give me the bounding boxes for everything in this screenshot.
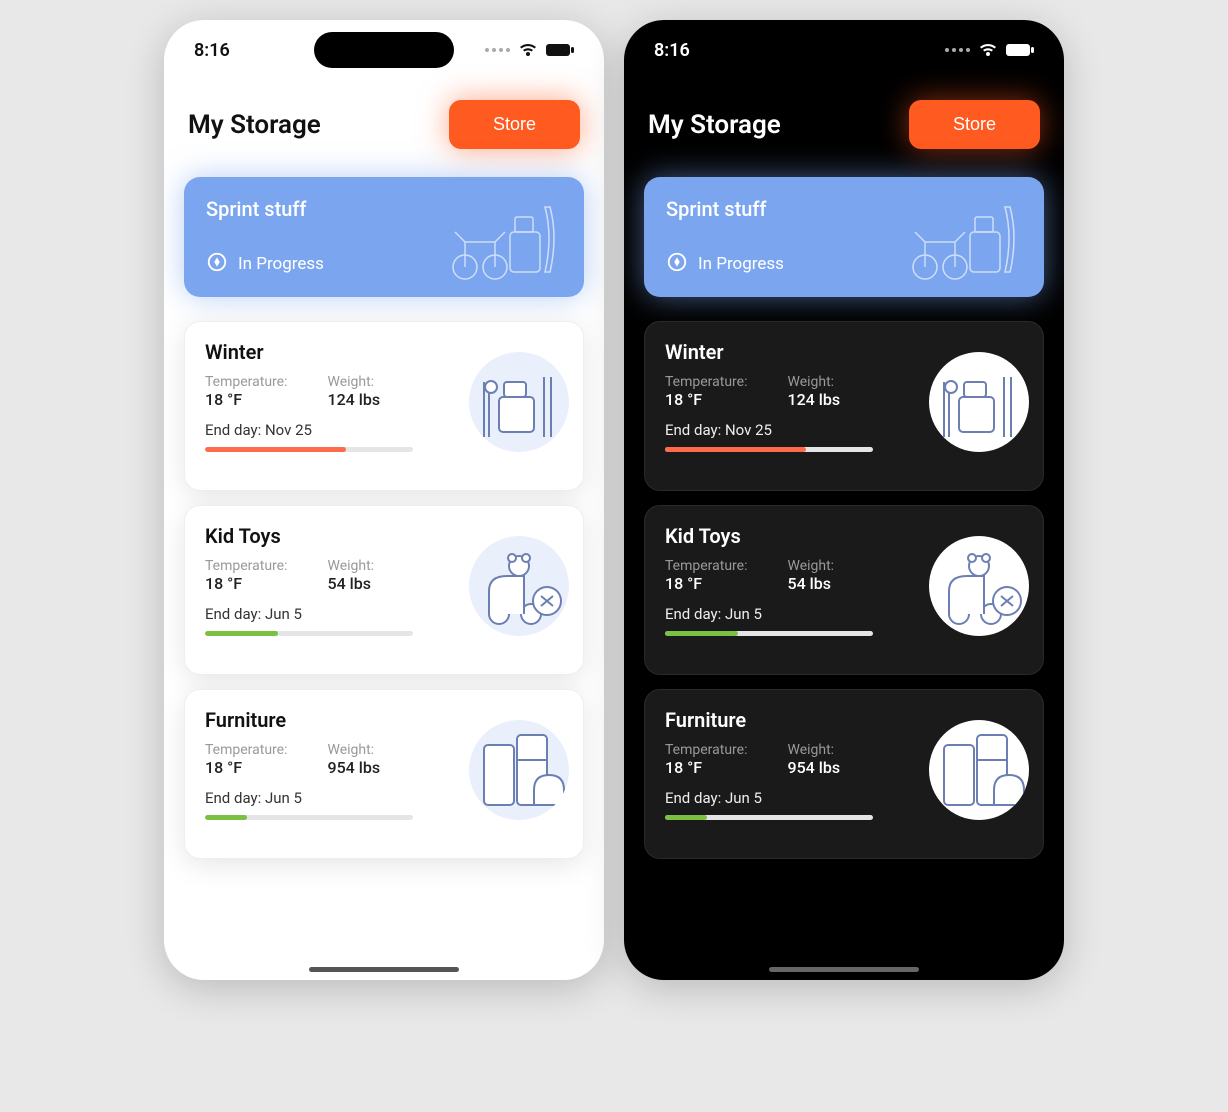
temperature-value: 18 °F <box>665 574 747 593</box>
weight-field: Weight:54 lbs <box>787 558 834 593</box>
progress-bar <box>205 815 413 820</box>
battery-icon <box>1006 43 1034 57</box>
temperature-value: 18 °F <box>665 758 747 777</box>
weight-label: Weight: <box>787 558 834 574</box>
storage-card[interactable]: FurnitureTemperature:18 °FWeight:954 lbs… <box>184 689 584 859</box>
page-title: My Storage <box>648 110 781 140</box>
progress-fill <box>665 447 806 452</box>
temperature-value: 18 °F <box>205 758 287 777</box>
weight-value: 124 lbs <box>787 390 840 409</box>
temperature-field: Temperature:18 °F <box>205 558 287 593</box>
weight-field: Weight:124 lbs <box>787 374 840 409</box>
card-illustration <box>469 720 569 820</box>
temperature-field: Temperature:18 °F <box>665 558 747 593</box>
banner-illustration <box>440 187 570 287</box>
temperature-label: Temperature: <box>205 558 287 574</box>
battery-icon <box>546 43 574 57</box>
progress-fill <box>665 815 707 820</box>
progress-bar <box>205 447 413 452</box>
card-illustration <box>929 536 1029 636</box>
temperature-field: Temperature:18 °F <box>205 374 287 409</box>
weight-label: Weight: <box>787 374 840 390</box>
dynamic-island <box>314 32 454 68</box>
progress-fill <box>205 631 278 636</box>
status-time: 8:16 <box>654 40 690 61</box>
card-illustration <box>469 352 569 452</box>
progress-fill <box>205 815 247 820</box>
card-illustration <box>469 536 569 636</box>
progress-bar <box>665 631 873 636</box>
card-illustration <box>929 720 1029 820</box>
progress-bar <box>665 815 873 820</box>
temperature-value: 18 °F <box>665 390 747 409</box>
weight-label: Weight: <box>327 742 380 758</box>
weight-value: 124 lbs <box>327 390 380 409</box>
temperature-label: Temperature: <box>205 742 287 758</box>
store-button[interactable]: Store <box>449 100 580 149</box>
storage-card[interactable]: Kid ToysTemperature:18 °FWeight:54 lbsEn… <box>184 505 584 675</box>
page-title: My Storage <box>188 110 321 140</box>
weight-value: 954 lbs <box>787 758 840 777</box>
weight-label: Weight: <box>327 374 380 390</box>
progress-fill <box>665 631 738 636</box>
weight-field: Weight:124 lbs <box>327 374 380 409</box>
header: My Storage Store <box>164 80 604 159</box>
weight-field: Weight:954 lbs <box>327 742 380 777</box>
temperature-label: Temperature: <box>665 374 747 390</box>
status-bar: 8:16 <box>624 20 1064 80</box>
temperature-field: Temperature:18 °F <box>205 742 287 777</box>
weight-value: 54 lbs <box>327 574 374 593</box>
banner-card[interactable]: Sprint stuff In Progress <box>644 177 1044 297</box>
temperature-field: Temperature:18 °F <box>665 742 747 777</box>
weight-field: Weight:954 lbs <box>787 742 840 777</box>
weight-value: 954 lbs <box>327 758 380 777</box>
wifi-icon <box>518 42 538 58</box>
phone-dark: 8:16 My Storage Store Sprint stuff In Pr… <box>624 20 1064 980</box>
signal-dots-icon <box>485 48 510 52</box>
weight-label: Weight: <box>327 558 374 574</box>
status-right <box>945 42 1034 58</box>
temperature-label: Temperature: <box>665 742 747 758</box>
home-indicator[interactable] <box>769 967 919 972</box>
temperature-field: Temperature:18 °F <box>665 374 747 409</box>
banner-status: In Progress <box>238 254 324 274</box>
store-button[interactable]: Store <box>909 100 1040 149</box>
banner-illustration <box>900 187 1030 287</box>
weight-field: Weight:54 lbs <box>327 558 374 593</box>
weight-label: Weight: <box>787 742 840 758</box>
temperature-label: Temperature: <box>665 558 747 574</box>
phone-light: 8:16 My Storage Store Sprint stuff In Pr… <box>164 20 604 980</box>
temperature-label: Temperature: <box>205 374 287 390</box>
status-time: 8:16 <box>194 40 230 61</box>
signal-dots-icon <box>945 48 970 52</box>
storage-card[interactable]: WinterTemperature:18 °FWeight:124 lbsEnd… <box>644 321 1044 491</box>
temperature-value: 18 °F <box>205 390 287 409</box>
progress-bar <box>665 447 873 452</box>
temperature-value: 18 °F <box>205 574 287 593</box>
progress-bar <box>205 631 413 636</box>
storage-card[interactable]: Kid ToysTemperature:18 °FWeight:54 lbsEn… <box>644 505 1044 675</box>
header: My Storage Store <box>624 80 1064 159</box>
compass-icon <box>206 251 228 277</box>
status-bar: 8:16 <box>164 20 604 80</box>
card-illustration <box>929 352 1029 452</box>
banner-card[interactable]: Sprint stuff In Progress <box>184 177 584 297</box>
storage-card[interactable]: FurnitureTemperature:18 °FWeight:954 lbs… <box>644 689 1044 859</box>
wifi-icon <box>978 42 998 58</box>
weight-value: 54 lbs <box>787 574 834 593</box>
storage-card[interactable]: WinterTemperature:18 °FWeight:124 lbsEnd… <box>184 321 584 491</box>
home-indicator[interactable] <box>309 967 459 972</box>
banner-status: In Progress <box>698 254 784 274</box>
status-right <box>485 42 574 58</box>
compass-icon <box>666 251 688 277</box>
progress-fill <box>205 447 346 452</box>
